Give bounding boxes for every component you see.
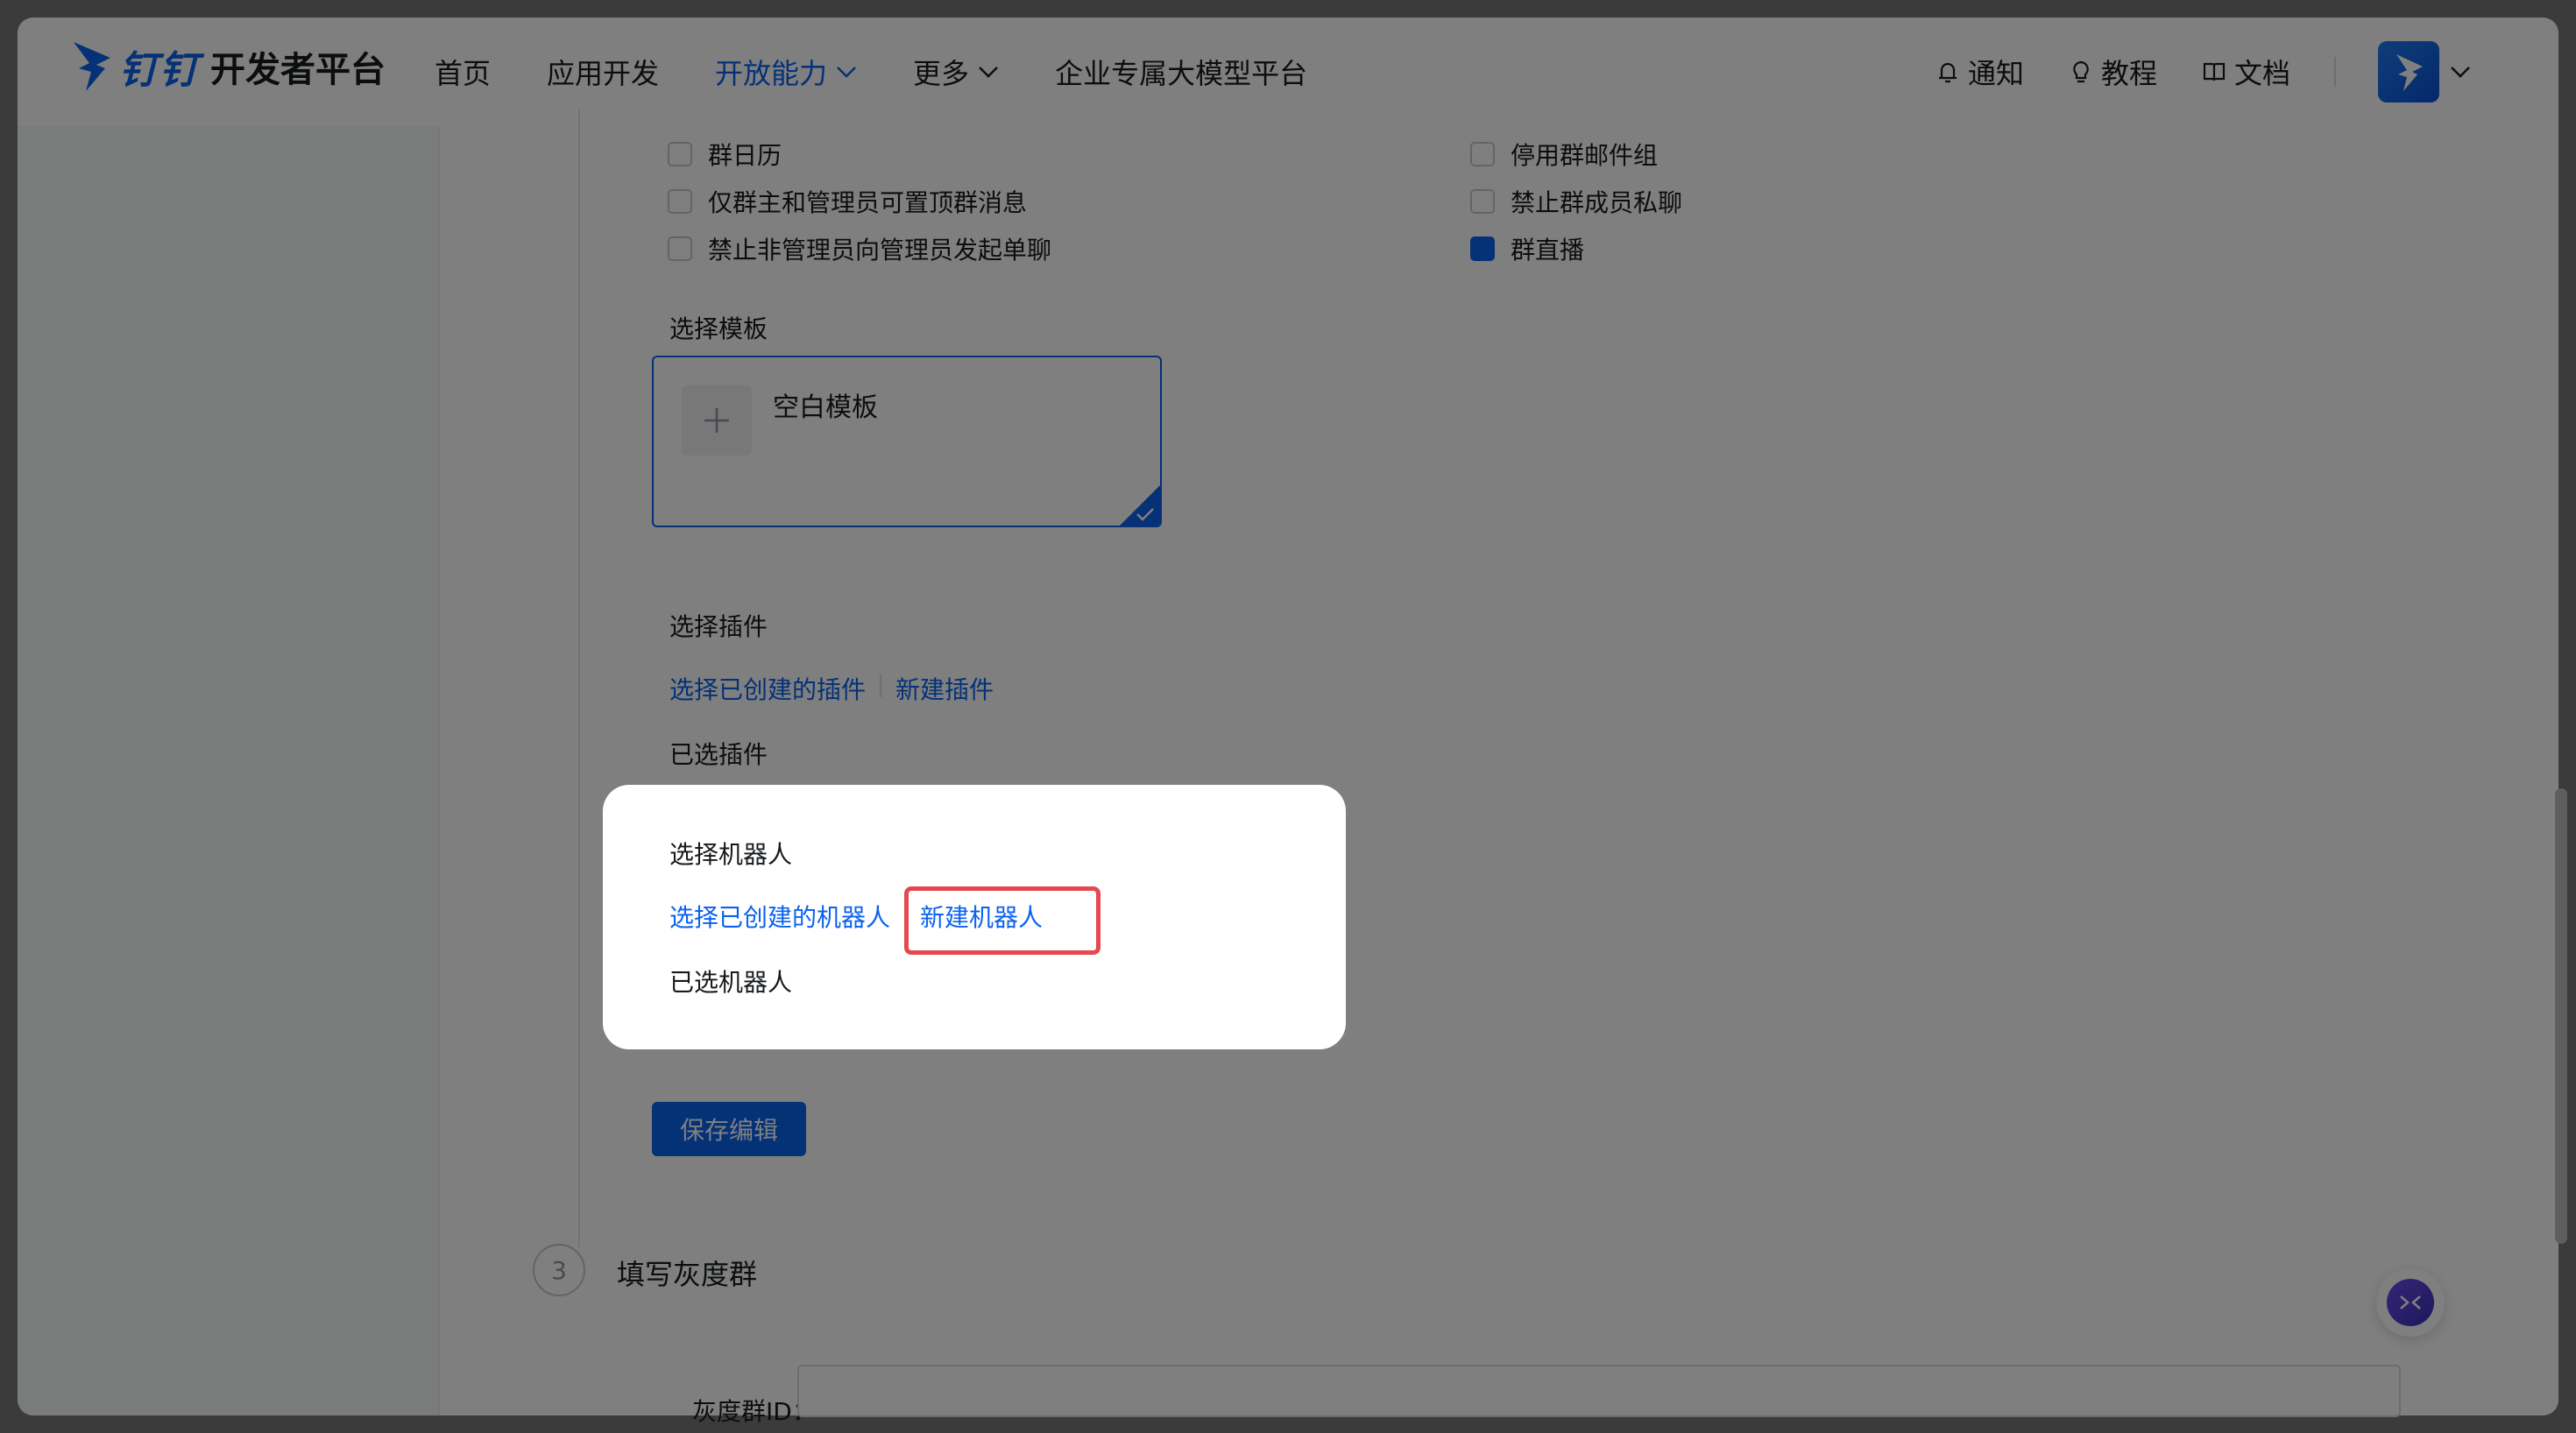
selected-robots-label: 已选机器人 (669, 968, 793, 997)
select-existing-robot-link[interactable]: 选择已创建的机器人 (669, 899, 890, 934)
highlight-box (904, 886, 1100, 955)
robot-section-label: 选择机器人 (669, 840, 793, 869)
dim-overlay (0, 0, 2576, 1433)
